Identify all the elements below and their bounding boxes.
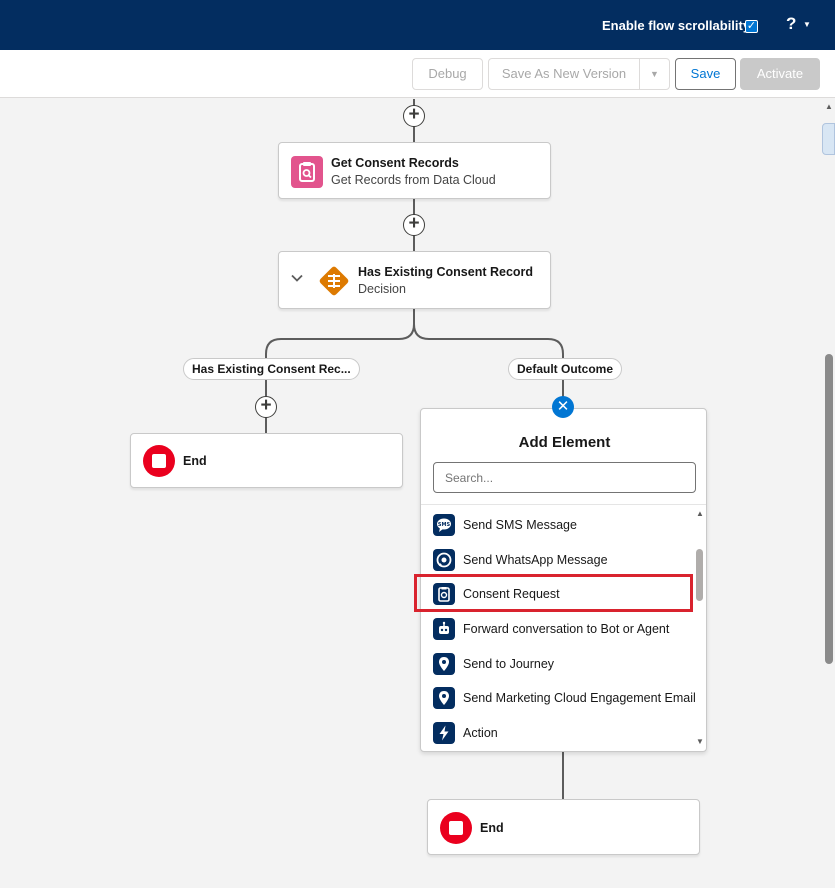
- add-element-plus-icon[interactable]: +: [403, 214, 425, 236]
- whatsapp-icon: [433, 549, 455, 571]
- has-existing-consent-decision-node[interactable]: Has Existing Consent Record Decision: [278, 251, 551, 309]
- end-label: End: [183, 454, 207, 468]
- panel-divider: [421, 504, 706, 505]
- add-element-plus-icon[interactable]: +: [403, 105, 425, 127]
- enable-scrollability-checkbox[interactable]: ✓: [745, 20, 758, 33]
- save-as-new-version-button[interactable]: Save As New Version: [488, 58, 640, 90]
- help-icon[interactable]: ?: [786, 14, 796, 34]
- outcome-has-existing-consent-pill[interactable]: Has Existing Consent Rec...: [183, 358, 360, 380]
- end-node-left[interactable]: End: [130, 433, 403, 488]
- get-records-icon: [291, 156, 323, 188]
- item-label: Send WhatsApp Message: [463, 553, 608, 567]
- end-stop-icon: [440, 812, 472, 844]
- canvas-scrollbar-thumb[interactable]: [825, 354, 833, 664]
- end-label: End: [480, 821, 504, 835]
- side-panel-toggle[interactable]: [822, 123, 835, 155]
- lightning-icon: [433, 722, 455, 744]
- add-element-search-input[interactable]: [433, 462, 696, 493]
- end-node-bottom[interactable]: End: [427, 799, 700, 855]
- decision-title: Has Existing Consent Record: [358, 265, 534, 279]
- get-records-title: Get Consent Records: [331, 156, 459, 170]
- item-label: Action: [463, 726, 498, 740]
- list-item-consent-request[interactable]: Consent Request: [433, 580, 695, 608]
- location-pin-icon: [433, 687, 455, 709]
- item-label: Consent Request: [463, 587, 560, 601]
- canvas-scrollbar[interactable]: ▲: [822, 99, 835, 888]
- list-item-send-to-journey[interactable]: Send to Journey: [433, 650, 695, 678]
- list-scroll-down-icon[interactable]: ▼: [696, 737, 704, 746]
- decision-subtitle: Decision: [358, 282, 406, 296]
- save-button[interactable]: Save: [675, 58, 736, 90]
- get-consent-records-node[interactable]: Get Consent Records Get Records from Dat…: [278, 142, 551, 199]
- add-element-panel: Add Element SMS Send SMS Message Send Wh…: [420, 408, 707, 752]
- outcome-default-pill[interactable]: Default Outcome: [508, 358, 623, 380]
- add-element-plus-icon[interactable]: +: [255, 396, 277, 418]
- save-as-dropdown-button[interactable]: ▼: [639, 58, 670, 90]
- help-caret-icon[interactable]: ▼: [803, 20, 811, 29]
- get-records-subtitle: Get Records from Data Cloud: [331, 173, 496, 187]
- flow-canvas: + Get Consent Records Get Records from D…: [0, 99, 835, 888]
- svg-text:SMS: SMS: [438, 522, 451, 528]
- end-stop-icon: [143, 445, 175, 477]
- sms-icon: SMS: [433, 514, 455, 536]
- canvas-scroll-up-icon[interactable]: ▲: [825, 102, 833, 111]
- list-scrollbar-thumb[interactable]: [696, 549, 703, 601]
- location-pin-icon: [433, 653, 455, 675]
- consent-icon: [433, 583, 455, 605]
- list-scroll-up-icon[interactable]: ▲: [696, 509, 704, 518]
- bot-icon: [433, 618, 455, 640]
- toolbar: Debug Save As New Version ▼ Save Activat…: [0, 50, 835, 98]
- list-item-send-mc-email[interactable]: Send Marketing Cloud Engagement Email: [433, 684, 696, 712]
- enable-scrollability-label: Enable flow scrollability: [602, 18, 751, 33]
- list-item-send-whatsapp[interactable]: Send WhatsApp Message: [433, 546, 695, 574]
- close-panel-icon[interactable]: ✕: [552, 396, 574, 418]
- debug-button[interactable]: Debug: [412, 58, 483, 90]
- add-element-title: Add Element: [518, 434, 611, 451]
- list-item-forward-conversation[interactable]: Forward conversation to Bot or Agent: [433, 615, 695, 643]
- activate-button[interactable]: Activate: [740, 58, 820, 90]
- item-label: Send Marketing Cloud Engagement Email: [463, 691, 696, 705]
- list-item-action[interactable]: Action: [433, 719, 695, 747]
- item-label: Send to Journey: [463, 657, 555, 671]
- item-label: Forward conversation to Bot or Agent: [463, 622, 670, 636]
- chevron-down-icon[interactable]: [290, 271, 304, 285]
- decision-icon: [316, 263, 352, 299]
- list-item-send-sms[interactable]: SMS Send SMS Message: [433, 511, 695, 539]
- app-header: Enable flow scrollability ✓ ? ▼: [0, 0, 835, 50]
- item-label: Send SMS Message: [463, 518, 577, 532]
